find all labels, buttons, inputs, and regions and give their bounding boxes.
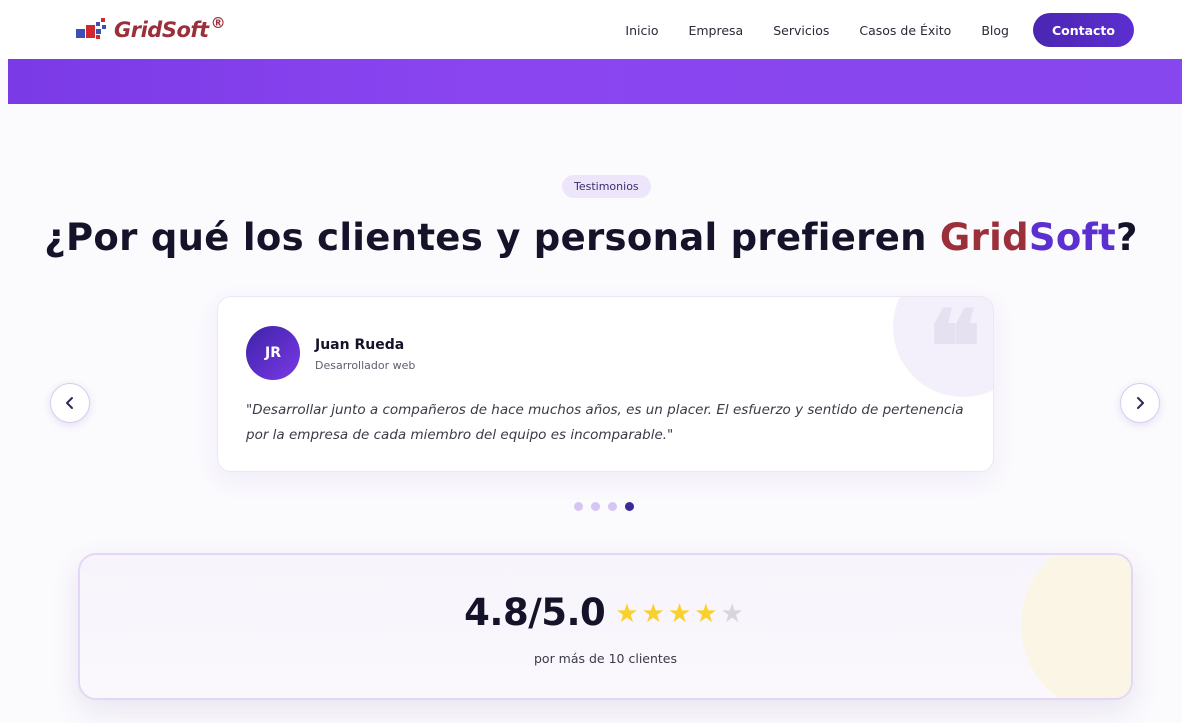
- registered-mark: ®: [210, 14, 226, 32]
- carousel-next-button[interactable]: [1120, 383, 1160, 423]
- carousel-dot-1[interactable]: [574, 501, 583, 511]
- star-rating: ★ ★ ★ ★ ★: [615, 600, 747, 626]
- carousel-dot-4-active[interactable]: [625, 501, 634, 511]
- contact-button[interactable]: Contacto: [1032, 13, 1134, 47]
- star-icon-empty: ★: [720, 597, 744, 628]
- star-icon-filled: ★: [641, 597, 665, 628]
- nav-link-blog[interactable]: Blog: [981, 23, 1009, 38]
- star-icon-filled: ★: [615, 597, 639, 628]
- title-brand-soft: Soft: [1028, 216, 1116, 259]
- section-badge: Testimonios: [562, 175, 651, 198]
- testimonial-name: Juan Rueda: [315, 337, 405, 353]
- carousel-dots: [574, 501, 634, 511]
- main-menu: Inicio Empresa Servicios Casos de Éxito …: [625, 13, 1134, 47]
- testimonial-role: Desarrollador web: [315, 359, 416, 372]
- logo-text: GridSoft: [114, 18, 209, 42]
- nav-link-inicio[interactable]: Inicio: [625, 23, 658, 38]
- nav-link-servicios[interactable]: Servicios: [773, 23, 829, 38]
- testimonial-quote: "Desarrollar junto a compañeros de hace …: [246, 402, 964, 443]
- chevron-right-icon: [1137, 397, 1144, 409]
- section-title: ¿Por qué los clientes y personal prefier…: [0, 216, 1182, 259]
- hero-banner-strip: [8, 59, 1182, 104]
- testimonial-card: ❝ JR Juan Rueda Desarrollador web "Desar…: [217, 296, 994, 472]
- top-navigation: GridSoft ® Inicio Empresa Servicios Caso…: [0, 0, 1182, 59]
- chevron-left-icon: [66, 397, 73, 409]
- quote-icon: ❝: [927, 296, 981, 406]
- carousel-dot-3[interactable]: [608, 501, 617, 511]
- star-icon-filled: ★: [667, 597, 692, 628]
- title-prefix: ¿Por qué los clientes y personal prefier…: [44, 216, 940, 259]
- nav-link-empresa[interactable]: Empresa: [688, 23, 743, 38]
- carousel-dot-2[interactable]: [591, 501, 600, 511]
- rating-card: 4.8/5.0 ★ ★ ★ ★ ★ por más de 10 clientes: [78, 553, 1133, 700]
- title-suffix: ?: [1115, 216, 1138, 259]
- title-brand-grid: Grid: [939, 216, 1029, 259]
- rating-row: 4.8/5.0 ★ ★ ★ ★ ★: [80, 591, 1131, 634]
- logo[interactable]: GridSoft ®: [76, 14, 226, 46]
- star-icon-filled: ★: [694, 597, 718, 628]
- avatar: JR: [246, 326, 300, 380]
- nav-link-casos-de-exito[interactable]: Casos de Éxito: [859, 23, 951, 38]
- rating-subtitle: por más de 10 clientes: [533, 651, 678, 666]
- logo-grid-icon: [76, 18, 110, 42]
- carousel-prev-button[interactable]: [50, 383, 90, 423]
- rating-value: 4.8/5.0: [464, 591, 606, 634]
